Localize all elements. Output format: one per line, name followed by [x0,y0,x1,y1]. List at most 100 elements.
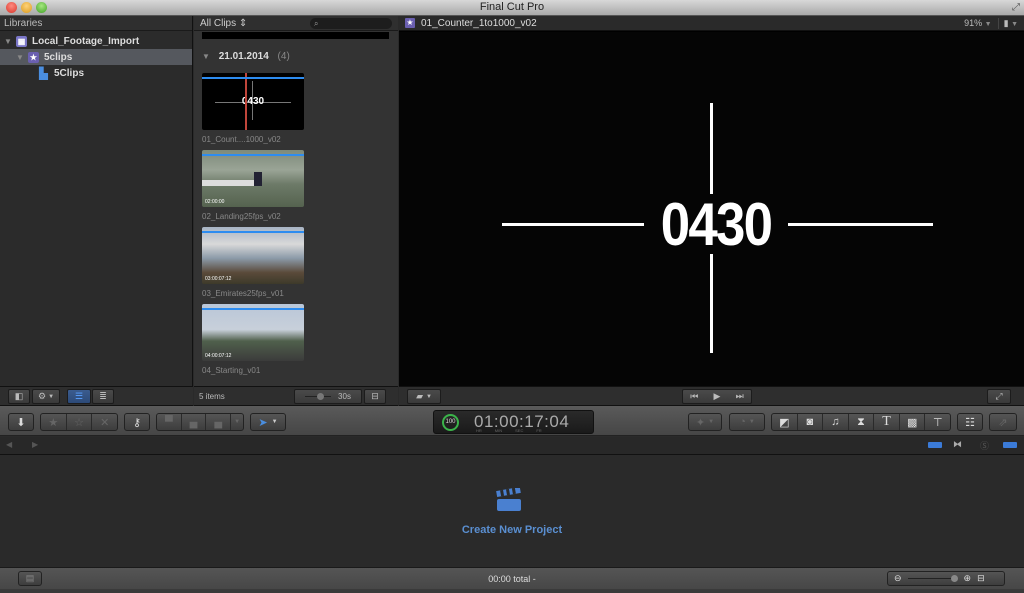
timeline-forward-button[interactable]: ▶ [32,440,38,449]
retime-dropdown[interactable]: ◔ ▼ [729,413,765,431]
timeline-zoom-control: ⊖ ⊕ ⊟ [887,571,1005,586]
toggle-libraries-button[interactable]: ◧ [8,389,30,404]
chevron-down-icon: ▼ [271,419,278,425]
insert-clip-button[interactable]: ▄ [182,414,207,430]
keyword-editor-button[interactable]: ⚷ [124,413,150,431]
date-group-header[interactable]: ▼ 21.01.2014 (4) [202,51,290,62]
event-item-5clips[interactable]: ▼ ★ 5clips [0,49,192,65]
zoom-slider-track[interactable] [907,575,958,582]
clip-appearance-button[interactable]: ⊟ [364,389,386,404]
expand-icon: ⤢ [995,391,1003,401]
zoom-out-icon[interactable]: ⊖ [894,573,902,584]
edit-options-dropdown[interactable]: ▼ [231,414,243,430]
clip-appearance-icon[interactable]: ⊟ [977,573,985,584]
go-to-start-button[interactable]: ⏮ [683,391,706,402]
append-clip-button[interactable]: ▄ [206,414,232,430]
filmstrip-view-button[interactable]: ☰ [67,389,91,404]
solo-toggle[interactable]: Ⓢ [980,439,989,452]
create-new-project-link[interactable]: Create New Project [0,524,1024,536]
viewer-canvas[interactable]: 0430 [399,32,1024,386]
generators-browser-button[interactable]: ▩ [900,414,926,430]
play-button[interactable]: ▶ [706,391,729,402]
skimmer-playhead[interactable] [245,73,247,130]
favorite-button[interactable]: ★ [41,414,67,430]
clip-browser: All Clips ⇕ ⌕ ▼ 21.01.2014 (4) 0430 01_C… [194,16,398,386]
clip-thumbnail[interactable]: 02:00:00 [202,150,304,207]
tool-select-dropdown[interactable]: ➤ ▼ [250,413,286,431]
clip-range-bar [202,231,304,233]
clip-duration-slider[interactable]: 30s [294,389,362,404]
browser-header: All Clips ⇕ ⌕ [194,16,398,31]
date-group-count: (4) [277,51,290,62]
min-label: MIN [494,428,503,433]
unrate-button[interactable]: ☆ [67,414,93,430]
inspector-sliders-icon: ☷ [965,416,975,429]
thumb-counter-text: 0430 [241,96,265,107]
zoom-level: 91% [964,18,983,28]
disclosure-triangle-icon[interactable]: ▼ [3,37,13,46]
project-item-5clips[interactable]: ▙ 5Clips [0,65,192,81]
clip-item[interactable]: 02:00:00 02_Landing25fps_v02 [202,150,304,221]
fullscreen-playback-button[interactable]: ⤢ [987,389,1011,404]
connect-clip-button[interactable]: ▀ [157,414,182,430]
viewer-header: ★ 01_Counter_1to1000_v02 91% ▼ ▮ ▼ [399,16,1024,31]
disclosure-triangle-icon[interactable]: ▼ [202,52,210,61]
fullscreen-icon[interactable]: ⤢ [1012,2,1020,13]
clip-thumbnail[interactable]: 04:00:07:12 [202,304,304,361]
viewer-bottom-bar: ▰ ▼ ⏮ ▶ ⏭ ⤢ [399,386,1024,406]
key-icon: ⚷ [132,416,142,429]
clapperboard-icon[interactable] [496,488,522,512]
zoom-slider-knob[interactable] [950,575,958,582]
dashboard-timecode[interactable]: 100 01:00:17:04 HR MIN SEC FR [433,410,594,434]
frame-counter-text: 0430 [660,191,773,258]
share-button[interactable]: ⇗ [989,413,1017,431]
list-view-icon: ≣ [99,391,107,401]
desktop-background [0,589,1024,593]
enhancements-dropdown[interactable]: ✦ ▼ [688,413,722,431]
inspector-button[interactable]: ☷ [957,413,983,431]
reject-button[interactable]: ✕ [92,414,117,430]
transitions-browser-button[interactable]: ⧗ [849,414,875,430]
background-tasks-progress[interactable]: 100 [442,414,459,431]
action-menu-button[interactable]: ⚙ ▼ [32,389,60,404]
transform-tools-dropdown[interactable]: ▰ ▼ [407,389,441,404]
clip-item[interactable]: 0430 01_Count....1000_v02 [202,73,304,144]
playback-controls: ⏮ ▶ ⏭ [682,389,752,404]
zoom-level-dropdown[interactable]: 91% ▼ [964,18,991,28]
library-grid-icon: ▦ [16,35,27,47]
themes-browser-button[interactable]: ⊤ [925,414,950,430]
main-toolbar: ⬇ ★ ☆ ✕ ⚷ ▀ ▄ ▄ ▼ ➤ ▼ 100 01:00:17:04 HR … [0,406,1024,436]
themes-icon: ⊤ [932,416,943,429]
view-options-button[interactable]: ▮ ▼ [997,17,1018,29]
skimming-toggle[interactable] [928,442,942,448]
window-title: Final Cut Pro [479,1,545,13]
snapping-toggle[interactable] [1003,442,1017,448]
zoom-in-icon[interactable]: ⊕ [964,573,972,584]
photos-browser-button[interactable]: ◙ [798,414,824,430]
share-icon: ⇗ [998,416,1008,429]
clip-item[interactable]: 03:00:07:12 03_Emirates25fps_v01 [202,227,304,298]
audio-skimming-toggle[interactable]: ⧓ [953,439,962,450]
go-to-end-button[interactable]: ⏭ [728,391,751,402]
clip-filter-dropdown[interactable]: All Clips ⇕ [200,18,247,29]
gear-icon: ⚙ [37,391,47,401]
clip-item[interactable]: 04:00:07:12 04_Starting_v01 [202,304,304,375]
list-view-button[interactable]: ≣ [92,389,114,404]
clip-range-bar [202,308,304,310]
clip-timecode: 04:00:07:12 [205,353,232,359]
clip-thumbnail[interactable]: 0430 [202,73,304,130]
music-browser-button[interactable]: ♫ [823,414,849,430]
disclosure-triangle-icon[interactable]: ▼ [15,53,25,62]
titles-browser-button[interactable]: T [874,414,900,430]
timeline-back-button[interactable]: ◀ [6,440,12,449]
import-button[interactable]: ⬇ [8,413,34,431]
slider-knob[interactable] [317,393,325,400]
effects-browser-button[interactable]: ◩ [772,414,798,430]
camera-icon: ◙ [806,416,814,428]
clip-thumbnail[interactable]: 03:00:07:12 [202,227,304,284]
edit-buttons: ▀ ▄ ▄ ▼ [156,413,244,431]
libraries-bottom-bar: ◧ ⚙ ▼ ☰ ≣ [0,386,193,406]
browser-search-input[interactable]: ⌕ [310,17,392,29]
library-item-local-footage-import[interactable]: ▼ ▦ Local_Footage_Import [0,33,192,49]
crosshair-bottom-line [710,254,713,353]
